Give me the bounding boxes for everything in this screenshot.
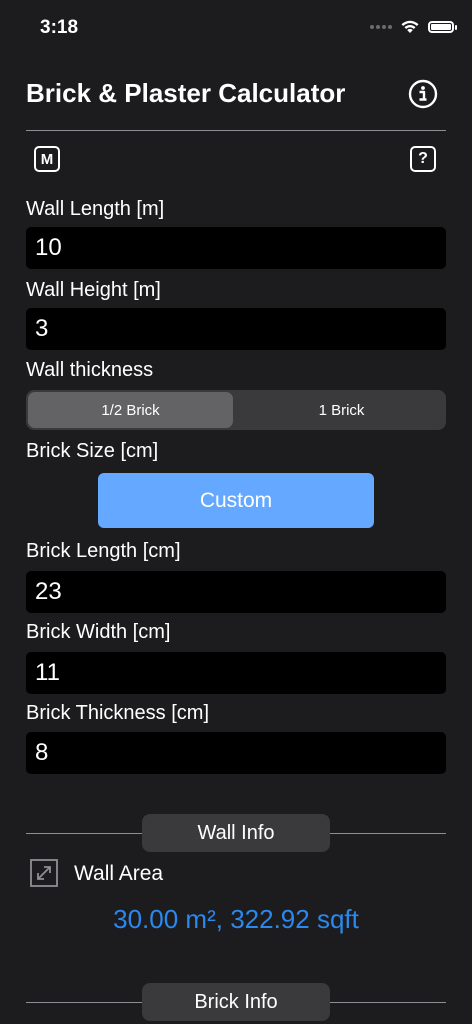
custom-size-button[interactable]: Custom <box>98 473 374 528</box>
segment-one-brick[interactable]: 1 Brick <box>239 392 444 428</box>
wall-thickness-label: Wall thickness <box>26 359 154 381</box>
wall-info-header: Wall Info <box>142 814 330 852</box>
brick-info-header: Brick Info <box>142 983 330 1021</box>
brick-info-divider-left <box>26 1002 142 1003</box>
wifi-icon <box>401 20 419 33</box>
segment-half-brick[interactable]: 1/2 Brick <box>28 392 233 428</box>
brick-length-label: Brick Length [cm] <box>26 540 181 562</box>
brick-width-label: Brick Width [cm] <box>26 621 171 643</box>
wall-area-value: 30.00 m², 322.92 sqft <box>113 904 359 934</box>
wall-area-label: Wall Area <box>74 862 164 885</box>
battery-icon <box>428 20 457 33</box>
status-icons <box>370 19 457 34</box>
wall-length-label: Wall Length [m] <box>26 198 165 220</box>
help-button[interactable]: ? <box>410 146 436 172</box>
header-divider <box>26 130 446 131</box>
brick-length-input[interactable]: 23 <box>26 571 446 613</box>
expand-arrows-icon <box>30 859 58 887</box>
wall-info-divider-left <box>26 833 142 834</box>
status-bar: 3:18 <box>0 0 472 56</box>
wall-height-input[interactable]: 3 <box>26 308 446 350</box>
wall-thickness-segmented-control: 1/2 Brick 1 Brick <box>26 390 446 430</box>
page-title: Brick & Plaster Calculator <box>26 78 346 108</box>
status-time: 3:18 <box>40 17 79 38</box>
wall-info-divider-right <box>330 833 446 834</box>
m-button[interactable]: M <box>34 146 60 172</box>
wall-height-label: Wall Height [m] <box>26 279 161 301</box>
brick-thickness-label: Brick Thickness [cm] <box>26 702 209 724</box>
brick-info-divider-right <box>330 1002 446 1003</box>
info-icon[interactable] <box>408 79 438 109</box>
brick-thickness-input[interactable]: 8 <box>26 732 446 774</box>
cellular-signal-icon <box>370 24 392 29</box>
brick-width-input[interactable]: 11 <box>26 652 446 694</box>
brick-size-label: Brick Size [cm] <box>26 440 159 462</box>
wall-length-input[interactable]: 10 <box>26 227 446 269</box>
